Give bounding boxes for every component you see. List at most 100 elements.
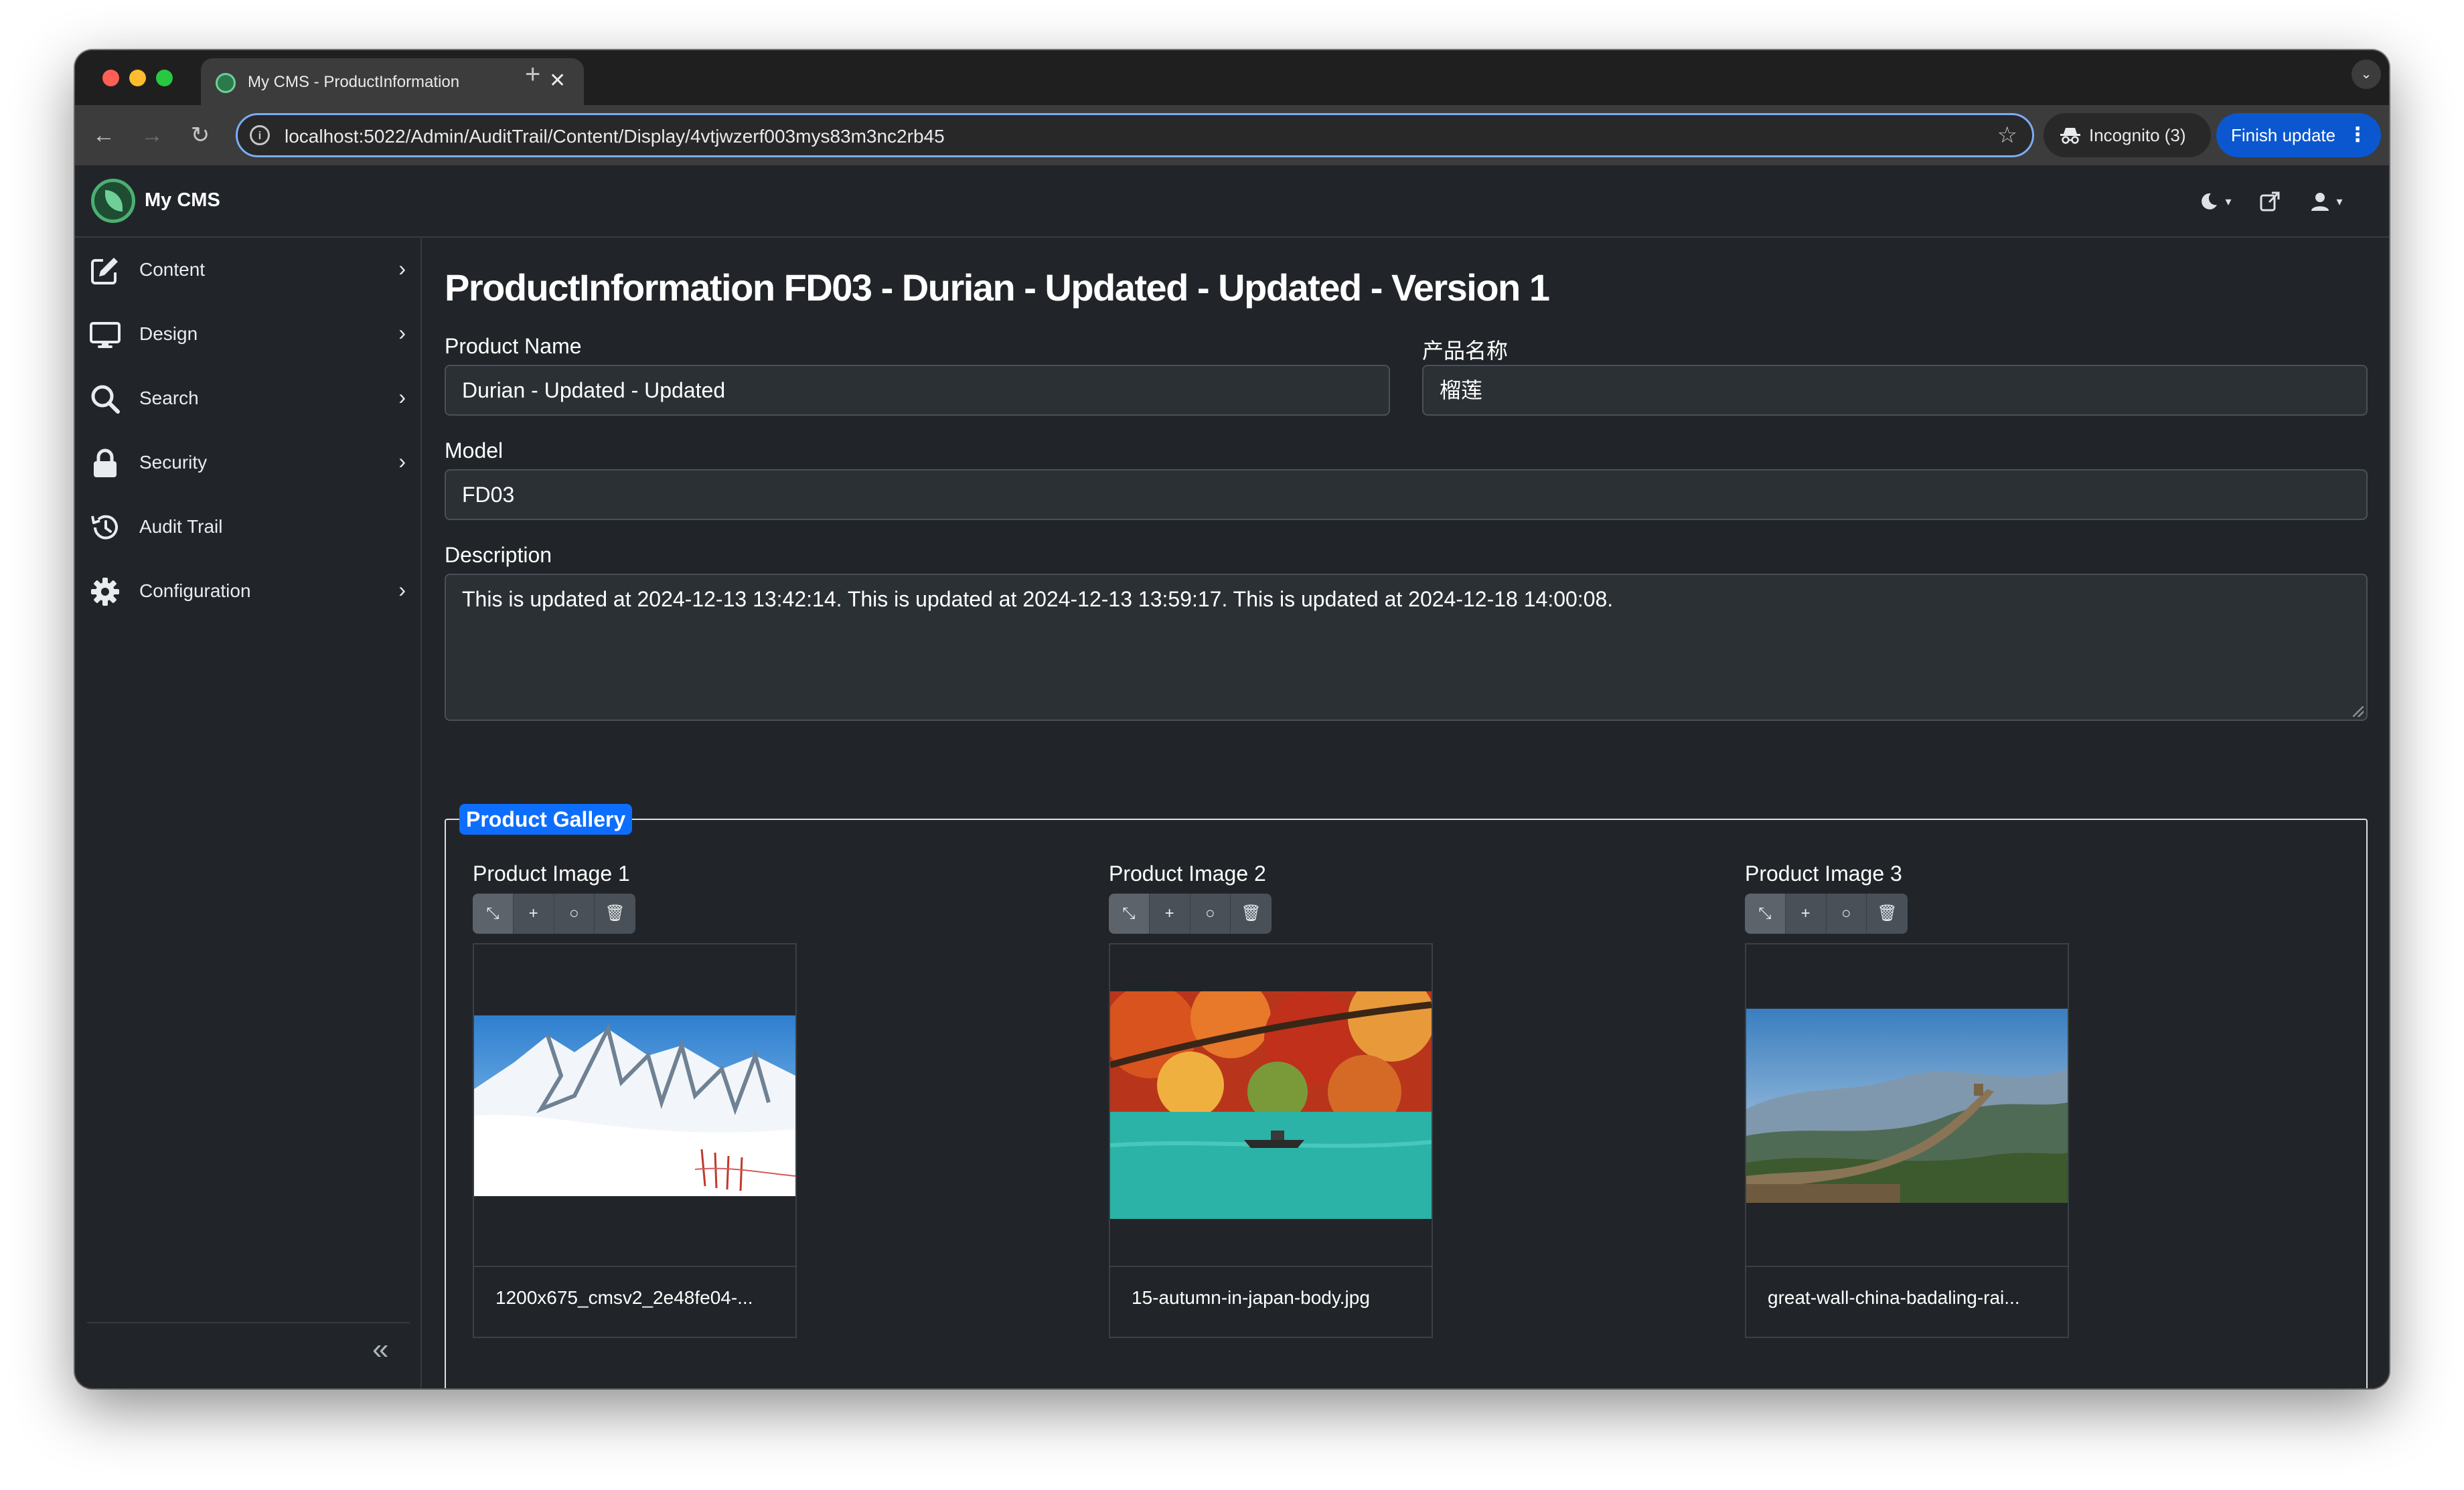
image-card[interactable]: 15-autumn-in-japan-body.jpg bbox=[1109, 943, 1433, 1338]
product-gallery: Product Gallery Product Image 1 ⤡ + ○ 🗑 bbox=[445, 804, 2368, 1388]
sidebar: Content › Design › Search › Security › A… bbox=[75, 238, 422, 1388]
product-image-title: Product Image 3 bbox=[1745, 861, 1902, 886]
sidebar-divider bbox=[87, 1322, 410, 1323]
forward-arrow-icon[interactable]: → bbox=[135, 118, 169, 152]
user-menu-icon[interactable]: ▾ bbox=[2310, 185, 2343, 216]
trash-icon[interactable]: 🗑 bbox=[1231, 894, 1272, 934]
logo-icon[interactable] bbox=[91, 179, 135, 223]
product-image-title: Product Image 2 bbox=[1109, 861, 1266, 886]
compress-icon[interactable]: ⤡ bbox=[1109, 894, 1150, 934]
gear-icon bbox=[91, 578, 119, 606]
image-card[interactable]: 1200x675_cmsv2_2e48fe04-... bbox=[473, 943, 797, 1338]
tab-strip: My CMS - ProductInformation ✕ + ⌄ bbox=[75, 50, 2389, 105]
close-window-button[interactable] bbox=[102, 70, 119, 86]
great-wall-image bbox=[1746, 1009, 2068, 1203]
description-label: Description bbox=[445, 543, 552, 567]
tab-title: My CMS - ProductInformation bbox=[248, 73, 516, 94]
minimize-window-button[interactable] bbox=[129, 70, 146, 86]
image-card[interactable]: great-wall-china-badaling-rai... bbox=[1745, 943, 2069, 1338]
incognito-icon bbox=[2060, 128, 2080, 144]
product-name-label: Product Name bbox=[445, 334, 582, 358]
tab-search-icon[interactable]: ⌄ bbox=[2352, 60, 2381, 89]
collapse-sidebar-icon[interactable]: « bbox=[372, 1333, 388, 1366]
chevron-right-icon: › bbox=[398, 449, 406, 473]
comment-icon[interactable]: ○ bbox=[554, 894, 595, 934]
chevron-right-icon: › bbox=[398, 578, 406, 602]
add-icon[interactable]: + bbox=[513, 894, 554, 934]
reload-icon[interactable]: ↻ bbox=[183, 118, 217, 152]
finish-update-button[interactable]: Finish update ⋮ bbox=[2216, 113, 2381, 157]
app-header: My CMS ▾ ▾ bbox=[75, 165, 2389, 238]
snowy-mountain-image bbox=[474, 1015, 795, 1196]
browser-toolbar: ← → ↻ i localhost:5022/Admin/AuditTrail/… bbox=[75, 105, 2389, 165]
add-icon[interactable]: + bbox=[1149, 894, 1190, 934]
sidebar-item-label: Audit Trail bbox=[139, 516, 223, 537]
comment-icon[interactable]: ○ bbox=[1190, 894, 1231, 934]
product-name-cn-label: 产品名称 bbox=[1422, 339, 1509, 363]
brand-name[interactable]: My CMS bbox=[145, 189, 220, 212]
sidebar-item-label: Design bbox=[139, 323, 198, 344]
comment-icon[interactable]: ○ bbox=[1826, 894, 1867, 934]
sidebar-item-design[interactable]: Design › bbox=[75, 302, 422, 366]
model-field[interactable]: FD03 bbox=[445, 469, 2368, 520]
image-filename: 15-autumn-in-japan-body.jpg bbox=[1132, 1287, 1370, 1308]
back-arrow-icon[interactable]: ← bbox=[87, 118, 121, 152]
incognito-label: Incognito (3) bbox=[2089, 125, 2186, 145]
history-icon bbox=[91, 515, 118, 540]
image-preview bbox=[1110, 944, 1432, 1267]
product-gallery-legend: Product Gallery bbox=[459, 804, 633, 835]
sidebar-item-label: Security bbox=[139, 452, 208, 473]
image-preview bbox=[474, 944, 795, 1267]
new-tab-icon[interactable]: + bbox=[525, 61, 540, 88]
chevron-right-icon: › bbox=[398, 321, 406, 345]
address-bar[interactable]: i localhost:5022/Admin/AuditTrail/Conten… bbox=[236, 113, 2034, 157]
favicon-icon bbox=[216, 73, 236, 93]
trash-icon[interactable]: 🗑 bbox=[1867, 894, 1908, 934]
search-icon bbox=[91, 385, 120, 414]
sidebar-item-content[interactable]: Content › bbox=[75, 238, 422, 302]
sidebar-item-configuration[interactable]: Configuration › bbox=[75, 559, 422, 623]
close-tab-icon[interactable]: ✕ bbox=[549, 69, 566, 93]
sidebar-item-label: Search bbox=[139, 388, 199, 408]
image-filename: great-wall-china-badaling-rai... bbox=[1768, 1287, 2020, 1308]
add-icon[interactable]: + bbox=[1785, 894, 1827, 934]
image-toolbar: ⤡ + ○ 🗑 bbox=[473, 894, 635, 934]
maximize-window-button[interactable] bbox=[156, 70, 173, 86]
monitor-icon bbox=[90, 322, 121, 348]
main-content: ProductInformation FD03 - Durian - Updat… bbox=[422, 238, 2389, 1388]
site-info-icon[interactable]: i bbox=[250, 125, 270, 145]
sidebar-item-label: Configuration bbox=[139, 580, 251, 601]
product-name-field[interactable]: Durian - Updated - Updated bbox=[445, 365, 1390, 416]
external-link-icon[interactable] bbox=[2259, 185, 2281, 215]
incognito-button[interactable]: Incognito (3) bbox=[2044, 113, 2211, 157]
product-image-title: Product Image 1 bbox=[473, 861, 630, 886]
product-image-3: Product Image 3 ⤡ + ○ 🗑 great-wall-china… bbox=[1745, 861, 2214, 1357]
sidebar-item-search[interactable]: Search › bbox=[75, 366, 422, 430]
model-label: Model bbox=[445, 438, 504, 463]
chevron-right-icon: › bbox=[398, 385, 406, 409]
url-text[interactable]: localhost:5022/Admin/AuditTrail/Content/… bbox=[285, 126, 945, 147]
page-title: ProductInformation FD03 - Durian - Updat… bbox=[445, 266, 1550, 309]
image-filename: 1200x675_cmsv2_2e48fe04-... bbox=[495, 1287, 753, 1308]
sidebar-item-audit-trail[interactable]: Audit Trail bbox=[75, 495, 422, 559]
browser-window: My CMS - ProductInformation ✕ + ⌄ ← → ↻ … bbox=[75, 50, 2389, 1388]
sidebar-item-label: Content bbox=[139, 259, 206, 280]
more-vertical-icon: ⋮ bbox=[2347, 124, 2368, 146]
autumn-lake-image bbox=[1110, 991, 1432, 1219]
compress-icon[interactable]: ⤡ bbox=[473, 894, 514, 934]
product-name-cn-field[interactable]: 榴莲 bbox=[1422, 365, 2368, 416]
resize-handle[interactable] bbox=[2353, 706, 2364, 717]
lock-icon bbox=[94, 448, 117, 477]
product-image-2: Product Image 2 ⤡ + ○ 🗑 15-autumn-in-jap… bbox=[1109, 861, 1577, 1357]
description-textarea[interactable]: This is updated at 2024-12-13 13:42:14. … bbox=[445, 574, 2368, 721]
bookmark-star-icon[interactable]: ☆ bbox=[1997, 122, 2017, 149]
image-toolbar: ⤡ + ○ 🗑 bbox=[1745, 894, 1908, 934]
theme-toggle-icon[interactable]: ▾ bbox=[2199, 185, 2232, 216]
chevron-right-icon: › bbox=[398, 256, 406, 280]
image-toolbar: ⤡ + ○ 🗑 bbox=[1109, 894, 1272, 934]
trash-icon[interactable]: 🗑 bbox=[595, 894, 635, 934]
image-preview bbox=[1746, 944, 2068, 1267]
description-text: This is updated at 2024-12-13 13:42:14. … bbox=[462, 587, 1614, 611]
compress-icon[interactable]: ⤡ bbox=[1745, 894, 1786, 934]
sidebar-item-security[interactable]: Security › bbox=[75, 430, 422, 495]
